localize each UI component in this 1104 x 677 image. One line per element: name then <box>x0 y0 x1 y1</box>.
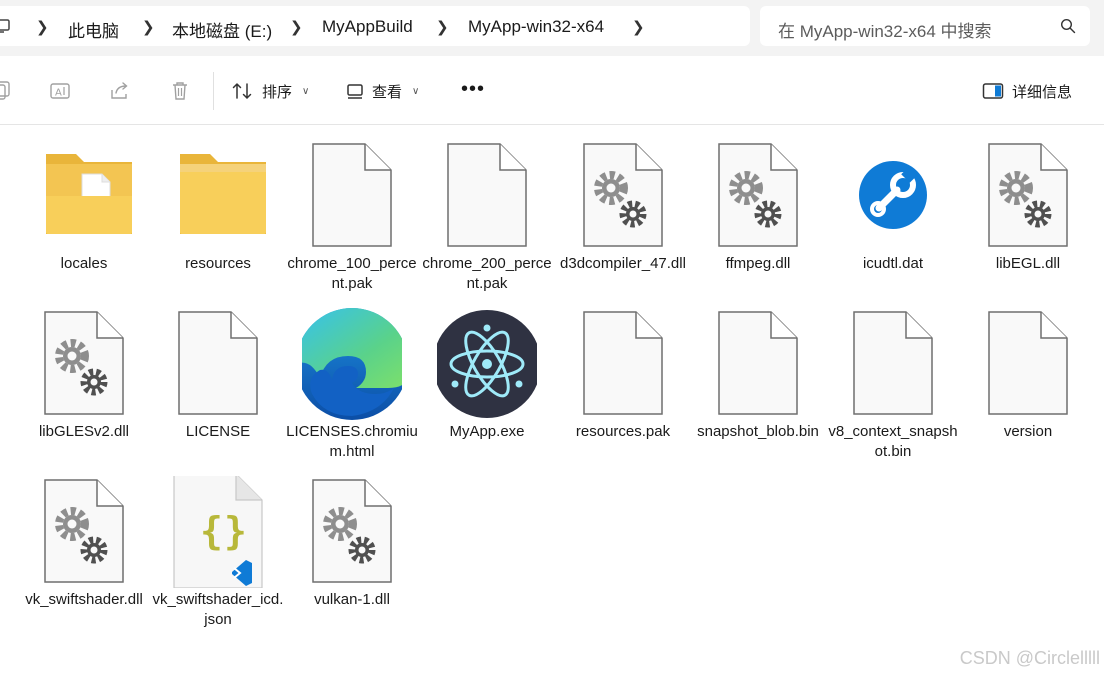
file-name: chrome_200_percent.pak <box>422 255 552 292</box>
gear-file-icon <box>718 143 798 247</box>
copy-icon[interactable] <box>0 80 12 102</box>
watermark: CSDN @Circlelllll <box>959 648 1100 668</box>
details-pane-icon <box>982 83 1004 99</box>
chevron-right-icon[interactable]: ❯ <box>290 18 303 36</box>
details-label: 详细信息 <box>1012 83 1073 101</box>
search-placeholder: 在 MyApp-win32-x64 中搜索 <box>778 22 992 41</box>
sort-button[interactable]: 排序 ∨ <box>232 76 309 106</box>
view-icon <box>347 84 363 99</box>
file-name: locales <box>60 255 108 272</box>
svg-text:{: { <box>200 509 223 553</box>
blank-file-icon <box>178 311 258 415</box>
file-name: vk_swiftshader.dll <box>25 591 143 608</box>
file-name: v8_context_snapshot.bin <box>828 423 958 460</box>
sort-icon <box>232 82 252 100</box>
view-button[interactable]: 查看 ∨ <box>346 76 419 106</box>
json-file-icon: { } <box>173 476 263 588</box>
wrench-icon <box>859 161 927 229</box>
more-options-button[interactable]: ••• <box>461 79 485 99</box>
blank-file-icon <box>988 311 1068 415</box>
file-name: resources <box>185 255 251 272</box>
delete-icon[interactable] <box>169 80 191 102</box>
folder-with-doc-icon <box>46 154 132 234</box>
file-name: chrome_100_percent.pak <box>287 255 417 292</box>
breadcrumb-item-myapp-win32-x64[interactable]: MyApp-win32-x64 <box>468 17 604 37</box>
share-icon[interactable] <box>109 80 131 102</box>
chevron-right-icon[interactable]: ❯ <box>436 18 449 36</box>
file-name: resources.pak <box>575 423 671 440</box>
breadcrumb-item-this-pc[interactable]: 此电脑 <box>68 17 119 42</box>
address-bar-area: ❯ 此电脑 ❯ 本地磁盘 (E:) ❯ MyAppBuild ❯ MyApp-w… <box>0 0 1104 56</box>
gear-file-icon <box>44 479 124 583</box>
search-icon[interactable] <box>1060 18 1076 34</box>
file-name: snapshot_blob.bin <box>697 423 819 440</box>
gear-file-icon <box>312 479 392 583</box>
file-name: LICENSE <box>185 423 251 440</box>
chevron-right-icon[interactable]: ❯ <box>632 18 645 36</box>
chevron-right-icon[interactable]: ❯ <box>36 18 49 36</box>
file-name: libEGL.dll <box>995 255 1061 272</box>
chevron-down-icon: ∨ <box>412 85 420 97</box>
electron-icon <box>437 310 537 418</box>
computer-icon[interactable] <box>0 19 10 33</box>
blank-file-icon <box>853 311 933 415</box>
file-name: ffmpeg.dll <box>725 255 791 272</box>
folder-icon <box>180 154 266 234</box>
toolbar-divider <box>213 72 214 110</box>
breadcrumb-item-myappbuild[interactable]: MyAppBuild <box>322 17 413 37</box>
blank-file-icon <box>312 143 392 247</box>
chevron-down-icon: ∨ <box>302 85 310 97</box>
file-name: LICENSES.chromium.html <box>286 423 418 460</box>
breadcrumb[interactable]: ❯ 此电脑 ❯ 本地磁盘 (E:) ❯ MyAppBuild ❯ MyApp-w… <box>0 6 750 46</box>
search-input[interactable]: 在 MyApp-win32-x64 中搜索 <box>760 6 1090 46</box>
rename-icon[interactable]: A <box>49 80 71 102</box>
blank-file-icon <box>718 311 798 415</box>
command-bar: A 排序 ∨ 查看 ∨ ••• 详细信息 <box>0 56 1104 125</box>
file-name: icudtl.dat <box>862 255 924 272</box>
sort-label: 排序 <box>262 83 293 101</box>
file-name: MyApp.exe <box>449 423 525 440</box>
svg-text:A: A <box>55 88 62 99</box>
breadcrumb-item-drive-e[interactable]: 本地磁盘 (E:) <box>172 17 272 42</box>
gear-file-icon <box>583 143 663 247</box>
file-name: vulkan-1.dll <box>314 591 390 608</box>
gear-file-icon <box>988 143 1068 247</box>
details-pane-button[interactable]: 详细信息 <box>982 76 1072 106</box>
file-name: version <box>1003 423 1053 440</box>
blank-file-icon <box>583 311 663 415</box>
file-name: vk_swiftshader_icd.json <box>152 591 284 628</box>
view-label: 查看 <box>372 83 403 101</box>
chevron-right-icon[interactable]: ❯ <box>142 18 155 36</box>
edge-icon <box>302 308 402 420</box>
file-name: d3dcompiler_47.dll <box>560 255 686 272</box>
svg-text:}: } <box>224 509 247 553</box>
gear-file-icon <box>44 311 124 415</box>
blank-file-icon <box>447 143 527 247</box>
file-name: libGLESv2.dll <box>38 423 130 440</box>
